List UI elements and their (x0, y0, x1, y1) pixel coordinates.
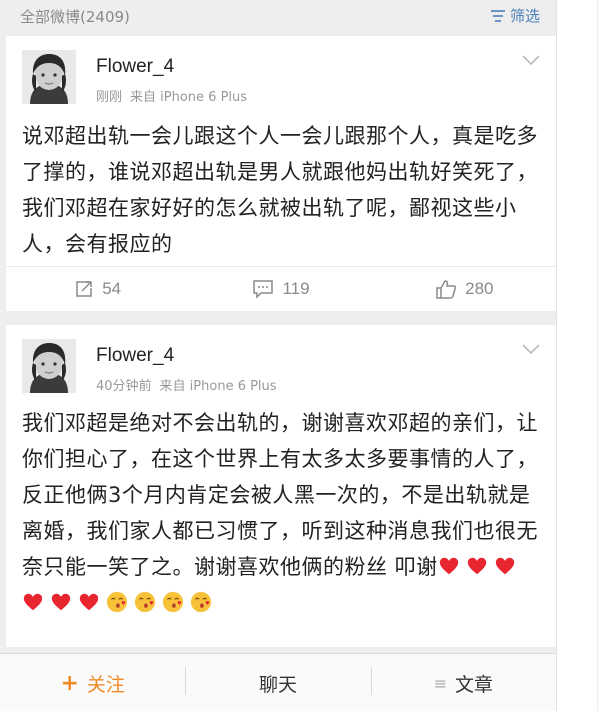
divider (597, 0, 598, 711)
thumbs-up-icon (436, 280, 457, 299)
chat-label: 聊天 (258, 673, 297, 696)
article-button[interactable]: ≡ 文章 (370, 654, 556, 711)
comment-count: 119 (282, 279, 310, 298)
avatar[interactable] (22, 339, 76, 393)
bottom-bar: + 关注 聊天 ≡ 文章 (0, 653, 556, 711)
post-card[interactable]: Flower_4 刚刚 来自 iPhone 6 Plus 说邓超出轨一会儿跟这个人… (6, 36, 556, 311)
post-source: 来自 iPhone 6 Plus (159, 379, 277, 394)
post-actions: 54 119 280 (6, 266, 556, 311)
kiss-face-emoji-icon (162, 591, 184, 613)
kiss-face-emoji-icon (106, 591, 128, 613)
post-time: 40分钟前 (96, 379, 152, 394)
chevron-down-icon[interactable] (522, 343, 540, 355)
post-text-container: 我们邓超是绝对不会出轨的，谢谢喜欢邓超的亲们，让你们担心了，在这个世界上有太多太… (22, 405, 540, 621)
article-label: 文章 (455, 673, 494, 696)
post-meta: 刚刚 来自 iPhone 6 Plus (96, 86, 247, 105)
follow-label: 关注 (86, 673, 125, 696)
post-text: 我们邓超是绝对不会出轨的，谢谢喜欢邓超的亲们，让你们担心了，在这个世界上有太多太… (22, 411, 538, 579)
top-bar: 全部微博(2409) 筛选 (0, 0, 556, 32)
plus-icon: + (60, 670, 79, 696)
author-name[interactable]: Flower_4 (96, 345, 174, 367)
list-icon: ≡ (433, 673, 448, 693)
chevron-down-icon[interactable] (522, 54, 540, 66)
filter-icon (490, 9, 505, 22)
heart-emoji-icon (439, 557, 458, 575)
comment-icon (253, 280, 274, 299)
post-time: 刚刚 (96, 90, 123, 105)
post-card[interactable]: Flower_4 40分钟前 来自 iPhone 6 Plus 我们邓超是绝对不会… (6, 325, 556, 647)
heart-emoji-icon (495, 557, 514, 575)
page-margin (556, 0, 603, 711)
post-source: 来自 iPhone 6 Plus (130, 90, 248, 105)
avatar[interactable] (22, 50, 76, 104)
author-name[interactable]: Flower_4 (96, 56, 174, 78)
heart-emoji-icon (467, 557, 486, 575)
filter-button[interactable]: 筛选 (490, 5, 540, 26)
post-meta: 40分钟前 来自 iPhone 6 Plus (96, 375, 277, 394)
like-button[interactable]: 280 (373, 267, 556, 311)
repost-button[interactable]: 54 (6, 267, 189, 311)
heart-emoji-icon (51, 593, 71, 611)
filter-label: 筛选 (509, 7, 540, 25)
follow-button[interactable]: + 关注 (0, 654, 185, 711)
repost-count: 54 (102, 279, 122, 298)
kiss-face-emoji-icon (134, 591, 156, 613)
heart-emoji-icon (23, 593, 43, 611)
chat-button[interactable]: 聊天 (185, 654, 370, 711)
weibo-screen: 全部微博(2409) 筛选 Flower_4 刚刚 来自 iPhone 6 Pl… (0, 0, 556, 711)
comment-button[interactable]: 119 (189, 267, 372, 311)
kiss-face-emoji-icon (190, 591, 212, 613)
repost-icon (76, 281, 92, 297)
post-text: 说邓超出轨一会儿跟这个人一会儿跟那个人，真是吃多了撑的，谁说邓超出轨是男人就跟他… (22, 124, 538, 256)
like-count: 280 (465, 279, 494, 298)
heart-emoji-icon (79, 593, 99, 611)
weibo-count: 全部微博(2409) (20, 8, 130, 26)
